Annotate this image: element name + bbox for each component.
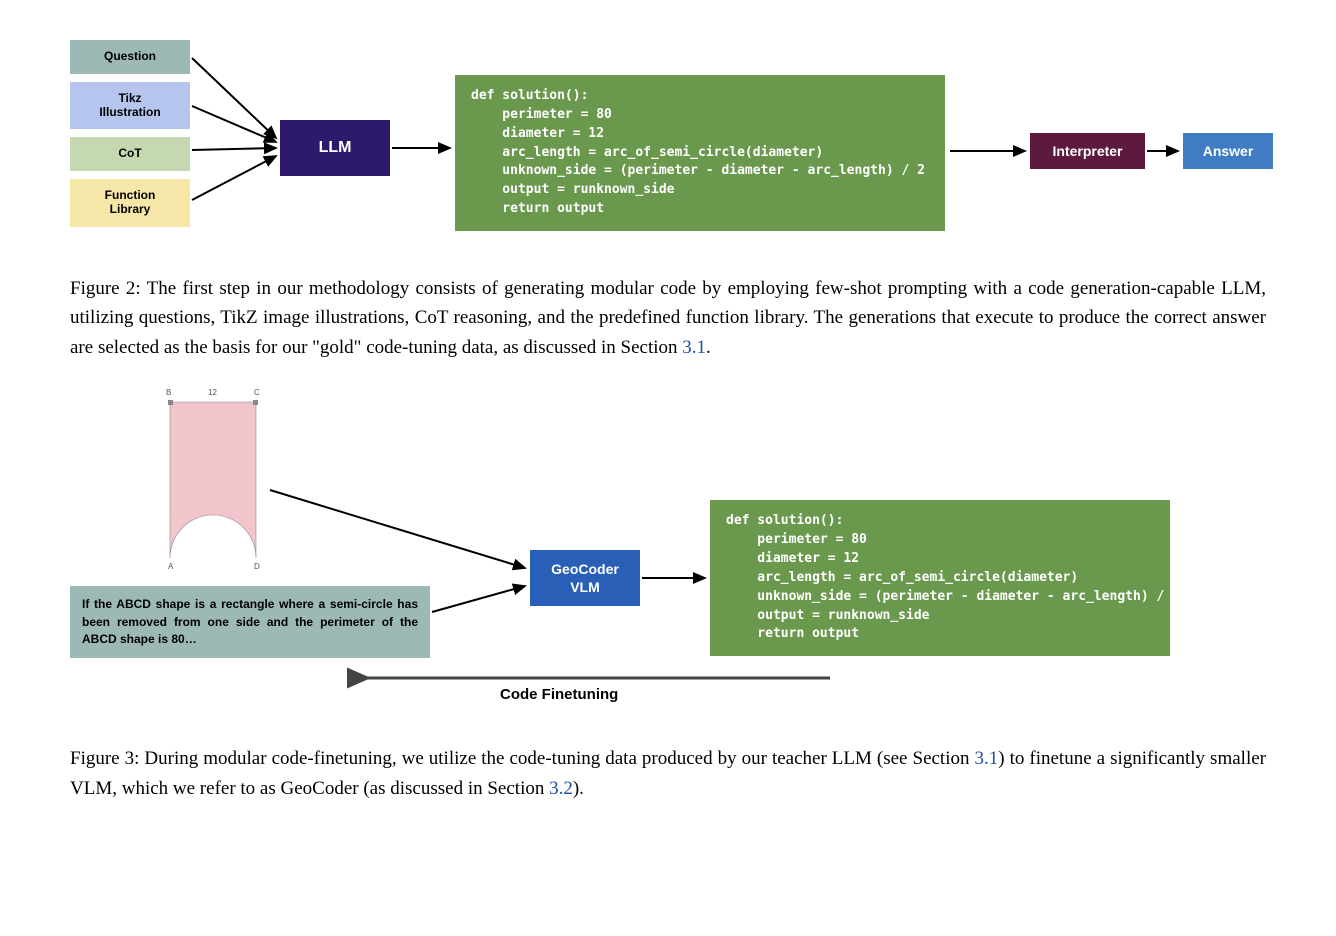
answer-box: Answer: [1183, 133, 1273, 169]
section-link[interactable]: 3.1: [682, 337, 706, 358]
figure-2-caption: Figure 2: The first step in our methodol…: [70, 274, 1266, 362]
llm-box: LLM: [280, 120, 390, 176]
caption-prefix: Figure 3:: [70, 748, 144, 769]
question-box: Question: [70, 40, 190, 74]
function-library-box: Function Library: [70, 179, 190, 227]
interpreter-box: Interpreter: [1030, 133, 1145, 169]
figure-3-diagram: B 12 C A D If the ABCD shape is a rectan…: [70, 390, 1266, 740]
figure-3-caption: Figure 3: During modular code-finetuning…: [70, 744, 1266, 803]
caption-body: The first step in our methodology consis…: [70, 278, 1266, 358]
vertex-c-label: C: [254, 388, 260, 397]
code-solution-box: def solution(): perimeter = 80 diameter …: [455, 75, 945, 231]
tikz-illustration-box: Tikz Illustration: [70, 82, 190, 130]
cot-box: CoT: [70, 137, 190, 171]
vertex-b-label: B: [166, 388, 171, 397]
dim-12-label: 12: [208, 388, 217, 397]
caption-suffix: ).: [573, 778, 584, 799]
section-link[interactable]: 3.2: [549, 778, 573, 799]
geometry-shape: B 12 C A D: [160, 390, 266, 580]
figure-2-diagram: Question Tikz Illustration CoT Function …: [70, 40, 1266, 270]
caption-prefix: Figure 2:: [70, 278, 147, 299]
question-text-box: If the ABCD shape is a rectangle where a…: [70, 586, 430, 658]
code-solution-box: def solution(): perimeter = 80 diameter …: [710, 500, 1170, 656]
geocoder-vlm-box: GeoCoder VLM: [530, 550, 640, 606]
vertex-a-label: A: [168, 562, 173, 571]
input-stack: Question Tikz Illustration CoT Function …: [70, 40, 190, 227]
code-finetuning-label: Code Finetuning: [500, 686, 618, 703]
section-link[interactable]: 3.1: [975, 748, 999, 769]
caption-suffix: .: [706, 337, 711, 358]
caption-body-1: During modular code-finetuning, we utili…: [144, 748, 974, 769]
vertex-d-label: D: [254, 562, 260, 571]
